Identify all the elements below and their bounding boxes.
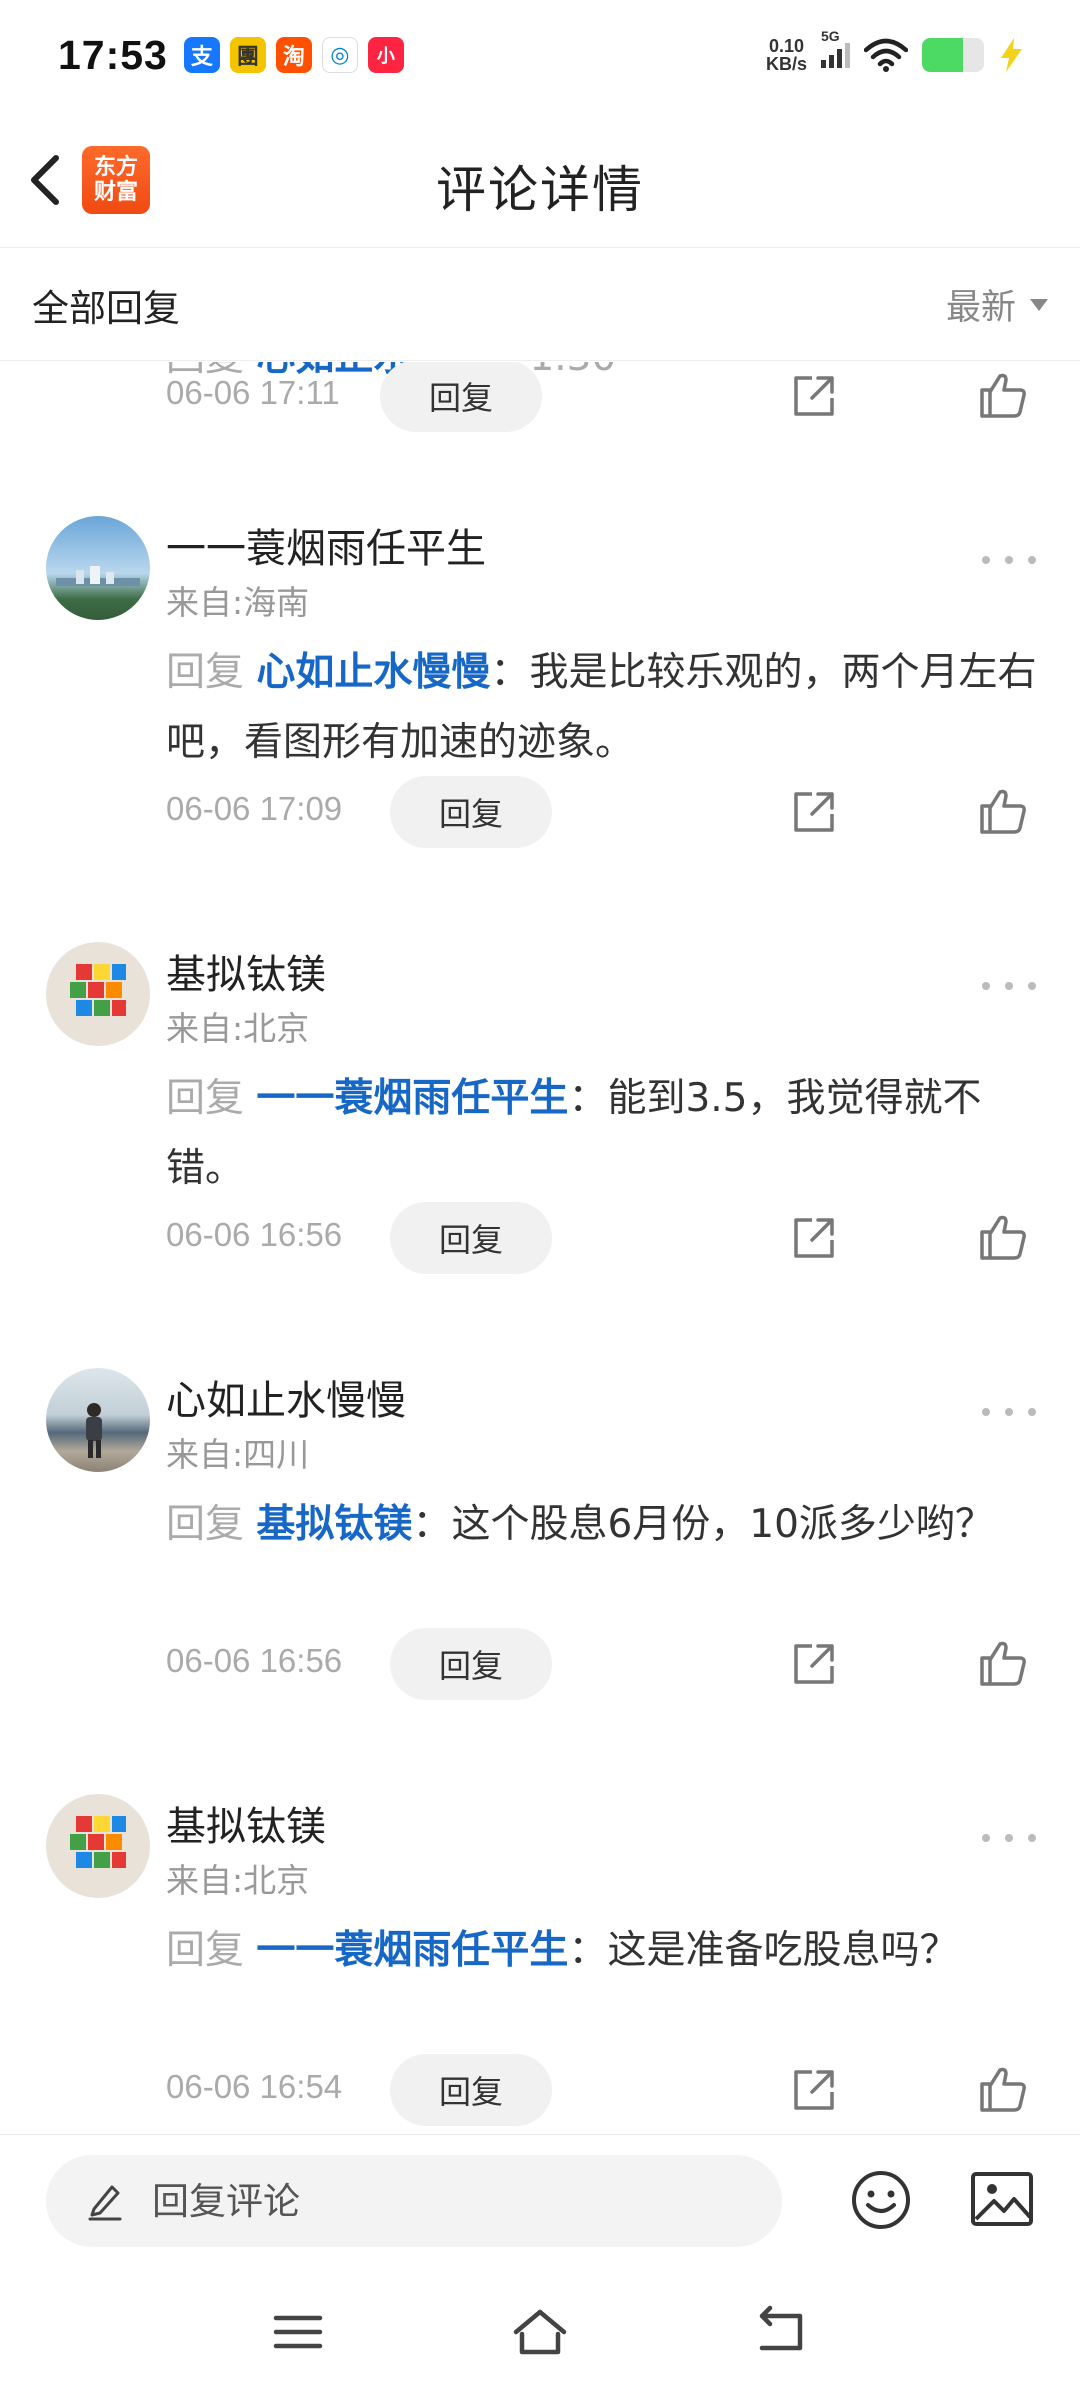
- network-speed-unit: KB/s: [765, 54, 807, 74]
- thumbs-up-icon[interactable]: [978, 2064, 1028, 2114]
- mention-link[interactable]: 基拟钛镁: [256, 1502, 412, 1547]
- sort-dropdown[interactable]: 最新: [946, 279, 1048, 330]
- mention-link[interactable]: 一一蓑烟雨任平生: [256, 1928, 568, 1973]
- comment-item: 一一蓑烟雨任平生 来自:海南 回复 心如止水慢慢：我是比较乐观的，两个月左右吧，…: [0, 514, 1080, 940]
- image-icon[interactable]: [970, 2171, 1034, 2227]
- network-speed: 0.10 KB/s: [766, 37, 807, 73]
- caret-down-icon: [1030, 298, 1048, 311]
- reply-prefix: 回复: [166, 1076, 245, 1121]
- comment-actions: 06-06 17:09 回复: [0, 776, 1080, 848]
- comment-location: 来自:北京: [166, 1009, 310, 1048]
- avatar[interactable]: [46, 1794, 150, 1898]
- comment-content: 回复 基拟钛镁：这个股息6月份，10派多少哟？: [166, 1490, 1046, 1560]
- mention-link[interactable]: 一一蓑烟雨任平生: [256, 1076, 568, 1121]
- share-icon[interactable]: [790, 788, 838, 836]
- back-nav-icon[interactable]: [750, 2302, 810, 2362]
- cellular-signal-icon: 5G: [821, 28, 850, 68]
- avatar[interactable]: [46, 942, 150, 1046]
- reply-prefix: 回复: [166, 1502, 245, 1547]
- thumbs-up-icon[interactable]: [978, 370, 1028, 420]
- xiaohongshu-icon: 小: [367, 37, 404, 73]
- comment-text: ：这个股息6月份，10派多少哟？: [412, 1502, 994, 1547]
- comment-username[interactable]: 基拟钛镁: [166, 1794, 326, 1852]
- menu-icon[interactable]: [268, 2302, 328, 2362]
- share-icon[interactable]: [790, 1214, 838, 1262]
- status-bar: 17:53 支 團 淘 ◎ 小 0.10 KB/s 5G: [0, 0, 1080, 110]
- reply-input-bar: [0, 2134, 1080, 2264]
- comment-actions: 06-06 16:56 回复: [0, 1628, 1080, 1700]
- network-type: 5G: [821, 28, 840, 44]
- comment-actions: 06-06 17:11 回复: [0, 362, 1080, 432]
- comment-timestamp: 06-06 16:54: [166, 2068, 343, 2105]
- comment-item: 基拟钛镁 来自:北京 回复 一一蓑烟雨任平生：能到3.5，我觉得就不错。 06-…: [0, 940, 1080, 1366]
- comment-timestamp: 06-06 17:09: [166, 790, 343, 827]
- system-navigation-bar: [0, 2264, 1080, 2400]
- reply-button[interactable]: 回复: [390, 1628, 552, 1700]
- replies-sort-bar: 全部回复 最新: [0, 249, 1080, 361]
- comment-username[interactable]: 一一蓑烟雨任平生: [166, 516, 486, 574]
- battery-icon: [922, 38, 984, 72]
- comment-list[interactable]: 回复 心如止水慢慢：1.30 06-06 17:11 回复: [0, 362, 1080, 2134]
- status-time: 17:53: [58, 31, 168, 78]
- thumbs-up-icon[interactable]: [978, 1212, 1028, 1262]
- thumbs-up-icon[interactable]: [978, 1638, 1028, 1688]
- comment-location: 来自:海南: [166, 583, 310, 622]
- share-icon[interactable]: [790, 1640, 838, 1688]
- mention-link[interactable]: 心如止水慢慢: [256, 650, 490, 695]
- comment-content: 回复 心如止水慢慢：我是比较乐观的，两个月左右吧，看图形有加速的迹象。: [166, 638, 1046, 778]
- comment-content: 回复 一一蓑烟雨任平生：能到3.5，我觉得就不错。: [166, 1064, 1046, 1204]
- charging-bolt-icon: [1001, 38, 1022, 72]
- comment-text: ：这是准备吃股息吗？: [568, 1928, 959, 1973]
- more-options-icon[interactable]: [982, 550, 1036, 570]
- top-header: 东方 财富 评论详情: [0, 110, 1080, 248]
- reply-comment-field[interactable]: [46, 2155, 782, 2247]
- comment-timestamp: 06-06 16:56: [166, 1642, 343, 1679]
- comment-item: 心如止水慢慢 来自:四川 回复 基拟钛镁：这个股息6月份，10派多少哟？ 06-…: [0, 1366, 1080, 1792]
- comment-actions: 06-06 16:56 回复: [0, 1202, 1080, 1274]
- page-title: 评论详情: [436, 161, 644, 219]
- reply-prefix: 回复: [166, 650, 245, 695]
- more-options-icon[interactable]: [982, 976, 1036, 996]
- reply-button[interactable]: 回复: [390, 1202, 552, 1274]
- china-mobile-icon: ◎: [321, 37, 358, 73]
- emoji-icon[interactable]: [850, 2169, 912, 2231]
- reply-comment-input[interactable]: [150, 2178, 710, 2224]
- comment-content: 回复 一一蓑烟雨任平生：这是准备吃股息吗？: [166, 1916, 1046, 1986]
- avatar[interactable]: [46, 516, 150, 620]
- comment-username[interactable]: 心如止水慢慢: [166, 1368, 406, 1426]
- comment-location: 来自:北京: [166, 1861, 310, 1900]
- home-icon[interactable]: [510, 2302, 570, 2362]
- comment-username[interactable]: 基拟钛镁: [166, 942, 326, 1000]
- share-icon[interactable]: [790, 372, 838, 420]
- network-speed-value: 0.10: [768, 36, 805, 56]
- more-options-icon[interactable]: [982, 1828, 1036, 1848]
- comment-location: 来自:四川: [166, 1435, 310, 1474]
- comment-timestamp: 06-06 16:56: [166, 1216, 343, 1253]
- reply-button[interactable]: 回复: [390, 776, 552, 848]
- notification-app-icons: 支 團 淘 ◎ 小: [183, 37, 404, 73]
- comment-actions: 06-06 16:54 回复: [0, 2054, 1080, 2126]
- taobao-icon: 淘: [275, 37, 312, 73]
- pencil-icon: [88, 2185, 122, 2221]
- comment-item: 基拟钛镁 来自:北京 回复 一一蓑烟雨任平生：这是准备吃股息吗？ 06-06 1…: [0, 1792, 1080, 2134]
- sort-dropdown-label: 最新: [945, 288, 1016, 328]
- alipay-icon: 支: [183, 37, 220, 73]
- all-replies-title: 全部回复: [32, 286, 180, 330]
- wifi-icon: [864, 38, 908, 72]
- reply-prefix: 回复: [166, 1928, 245, 1973]
- comment-timestamp: 06-06 17:11: [166, 374, 340, 411]
- yellow-app-icon: 團: [229, 37, 266, 73]
- more-options-icon[interactable]: [982, 1402, 1036, 1422]
- reply-button[interactable]: 回复: [390, 2054, 552, 2126]
- share-icon[interactable]: [790, 2066, 838, 2114]
- avatar[interactable]: [46, 1368, 150, 1472]
- thumbs-up-icon[interactable]: [978, 786, 1028, 836]
- reply-button[interactable]: 回复: [380, 362, 542, 432]
